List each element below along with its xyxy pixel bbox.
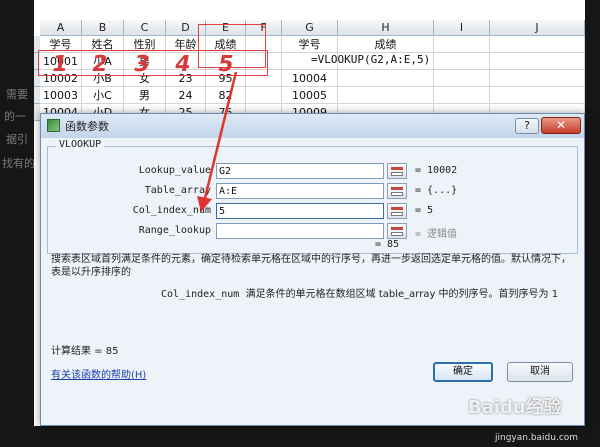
col-index-num-input[interactable] [216,203,384,219]
range-icon [391,227,403,230]
doc-fragment: 据引 [6,133,28,146]
cell-j3[interactable] [490,70,585,87]
cell-d4[interactable]: 24 [166,87,206,104]
column-header-j[interactable]: J [490,20,585,36]
column-header-c[interactable]: C [124,20,166,36]
range-lookup-input[interactable] [216,223,384,239]
function-description: 搜索表区域首列满足条件的元素，确定待检索单元格在区域中的行序号，再进一步返回选定… [51,254,571,278]
dialog-title: 函数参数 [65,120,109,133]
arg-label-range-lookup: Range_lookup [138,225,211,236]
cell-j1[interactable] [490,36,585,53]
function-arguments-dialog: 函数参数 ? ✕ VLOOKUP Lookup_value = 10002 Ta… [40,113,585,426]
column-header-h[interactable]: H [338,20,434,36]
arg-result-range-lookup: = 逻辑值 [415,229,458,240]
cell-f4[interactable] [246,87,282,104]
collapse-range-button[interactable] [387,203,407,219]
collapse-range-button[interactable] [387,183,407,199]
doc-fragment: 需要 [6,88,28,101]
cell-h4[interactable] [338,87,434,104]
ok-button[interactable]: 确定 [433,362,493,382]
cell-e4[interactable]: 82 [206,87,246,104]
doc-fragment: 的一 [4,110,26,123]
cell-g3[interactable]: 10004 [282,70,338,87]
cancel-button[interactable]: 取消 [507,362,573,382]
excel-app-icon [47,119,60,132]
arg-result-col-index-num: = 5 [415,205,434,216]
range-icon [391,187,403,190]
arg-label-col-index-num: Col_index_num [132,205,211,216]
range-icon-box [391,212,403,216]
column-header-b[interactable]: B [82,20,124,36]
cell-a4[interactable]: 10003 [40,87,82,104]
background-document-edge: 需要 的一 据引 找有的 [0,0,34,447]
cell-g4[interactable]: 10005 [282,87,338,104]
formula-result-preview: = 85 [375,239,400,250]
range-icon-box [391,232,403,236]
formula-text[interactable]: =VLOOKUP(G2,A:E,5) [311,53,430,66]
arg-result-lookup-value: = 10002 [415,165,458,176]
calculation-result: 计算结果 = 85 [51,346,119,357]
function-help-link[interactable]: 有关该函数的帮助(H) [51,366,146,381]
cell-b4[interactable]: 小C [82,87,124,104]
column-header-i[interactable]: I [434,20,490,36]
range-icon-box [391,192,403,196]
watermark-url: jingyan.baidu.com [495,433,579,443]
help-button[interactable]: ? [515,118,539,134]
cell-j4[interactable] [490,87,585,104]
parameter-description: Col_index_num 满足条件的单元格在数组区域 table_array … [161,289,576,301]
cell-i4[interactable] [434,87,490,104]
function-name: VLOOKUP [56,139,105,150]
cell-c4[interactable]: 男 [124,87,166,104]
arg-label-lookup-value: Lookup_value [138,165,211,176]
cell-h1[interactable]: 成绩 [338,36,434,53]
dialog-titlebar[interactable]: 函数参数 ? ✕ [41,114,584,138]
column-header-a[interactable]: A [40,20,82,36]
parameter-name: Col_index_num [161,289,240,300]
range-icon-box [391,172,403,176]
cell-i2[interactable] [434,53,490,70]
collapse-range-button[interactable] [387,163,407,179]
cell-i1[interactable] [434,36,490,53]
column-header-g[interactable]: G [282,20,338,36]
screenshot-stage: 需要 的一 据引 找有的 A B C D E F G H I J 学号 姓名 性… [0,0,600,447]
table-array-input[interactable] [216,183,384,199]
cell-g1[interactable]: 学号 [282,36,338,53]
range-icon [391,167,403,170]
arg-result-table-array: = {...} [415,185,458,196]
range-icon [391,207,403,210]
baidu-watermark: Baidu经验 [468,397,562,418]
cell-i3[interactable] [434,70,490,87]
collapse-range-button[interactable] [387,223,407,239]
cell-h3[interactable] [338,70,434,87]
arg-label-table-array: Table_array [144,185,211,196]
lookup-value-input[interactable] [216,163,384,179]
close-button[interactable]: ✕ [541,117,581,134]
doc-fragment: 找有的 [2,157,34,170]
cell-j2[interactable] [490,53,585,70]
parameter-text: 满足条件的单元格在数组区域 table_array 中的列序号。首列序号为 1 [245,289,559,300]
